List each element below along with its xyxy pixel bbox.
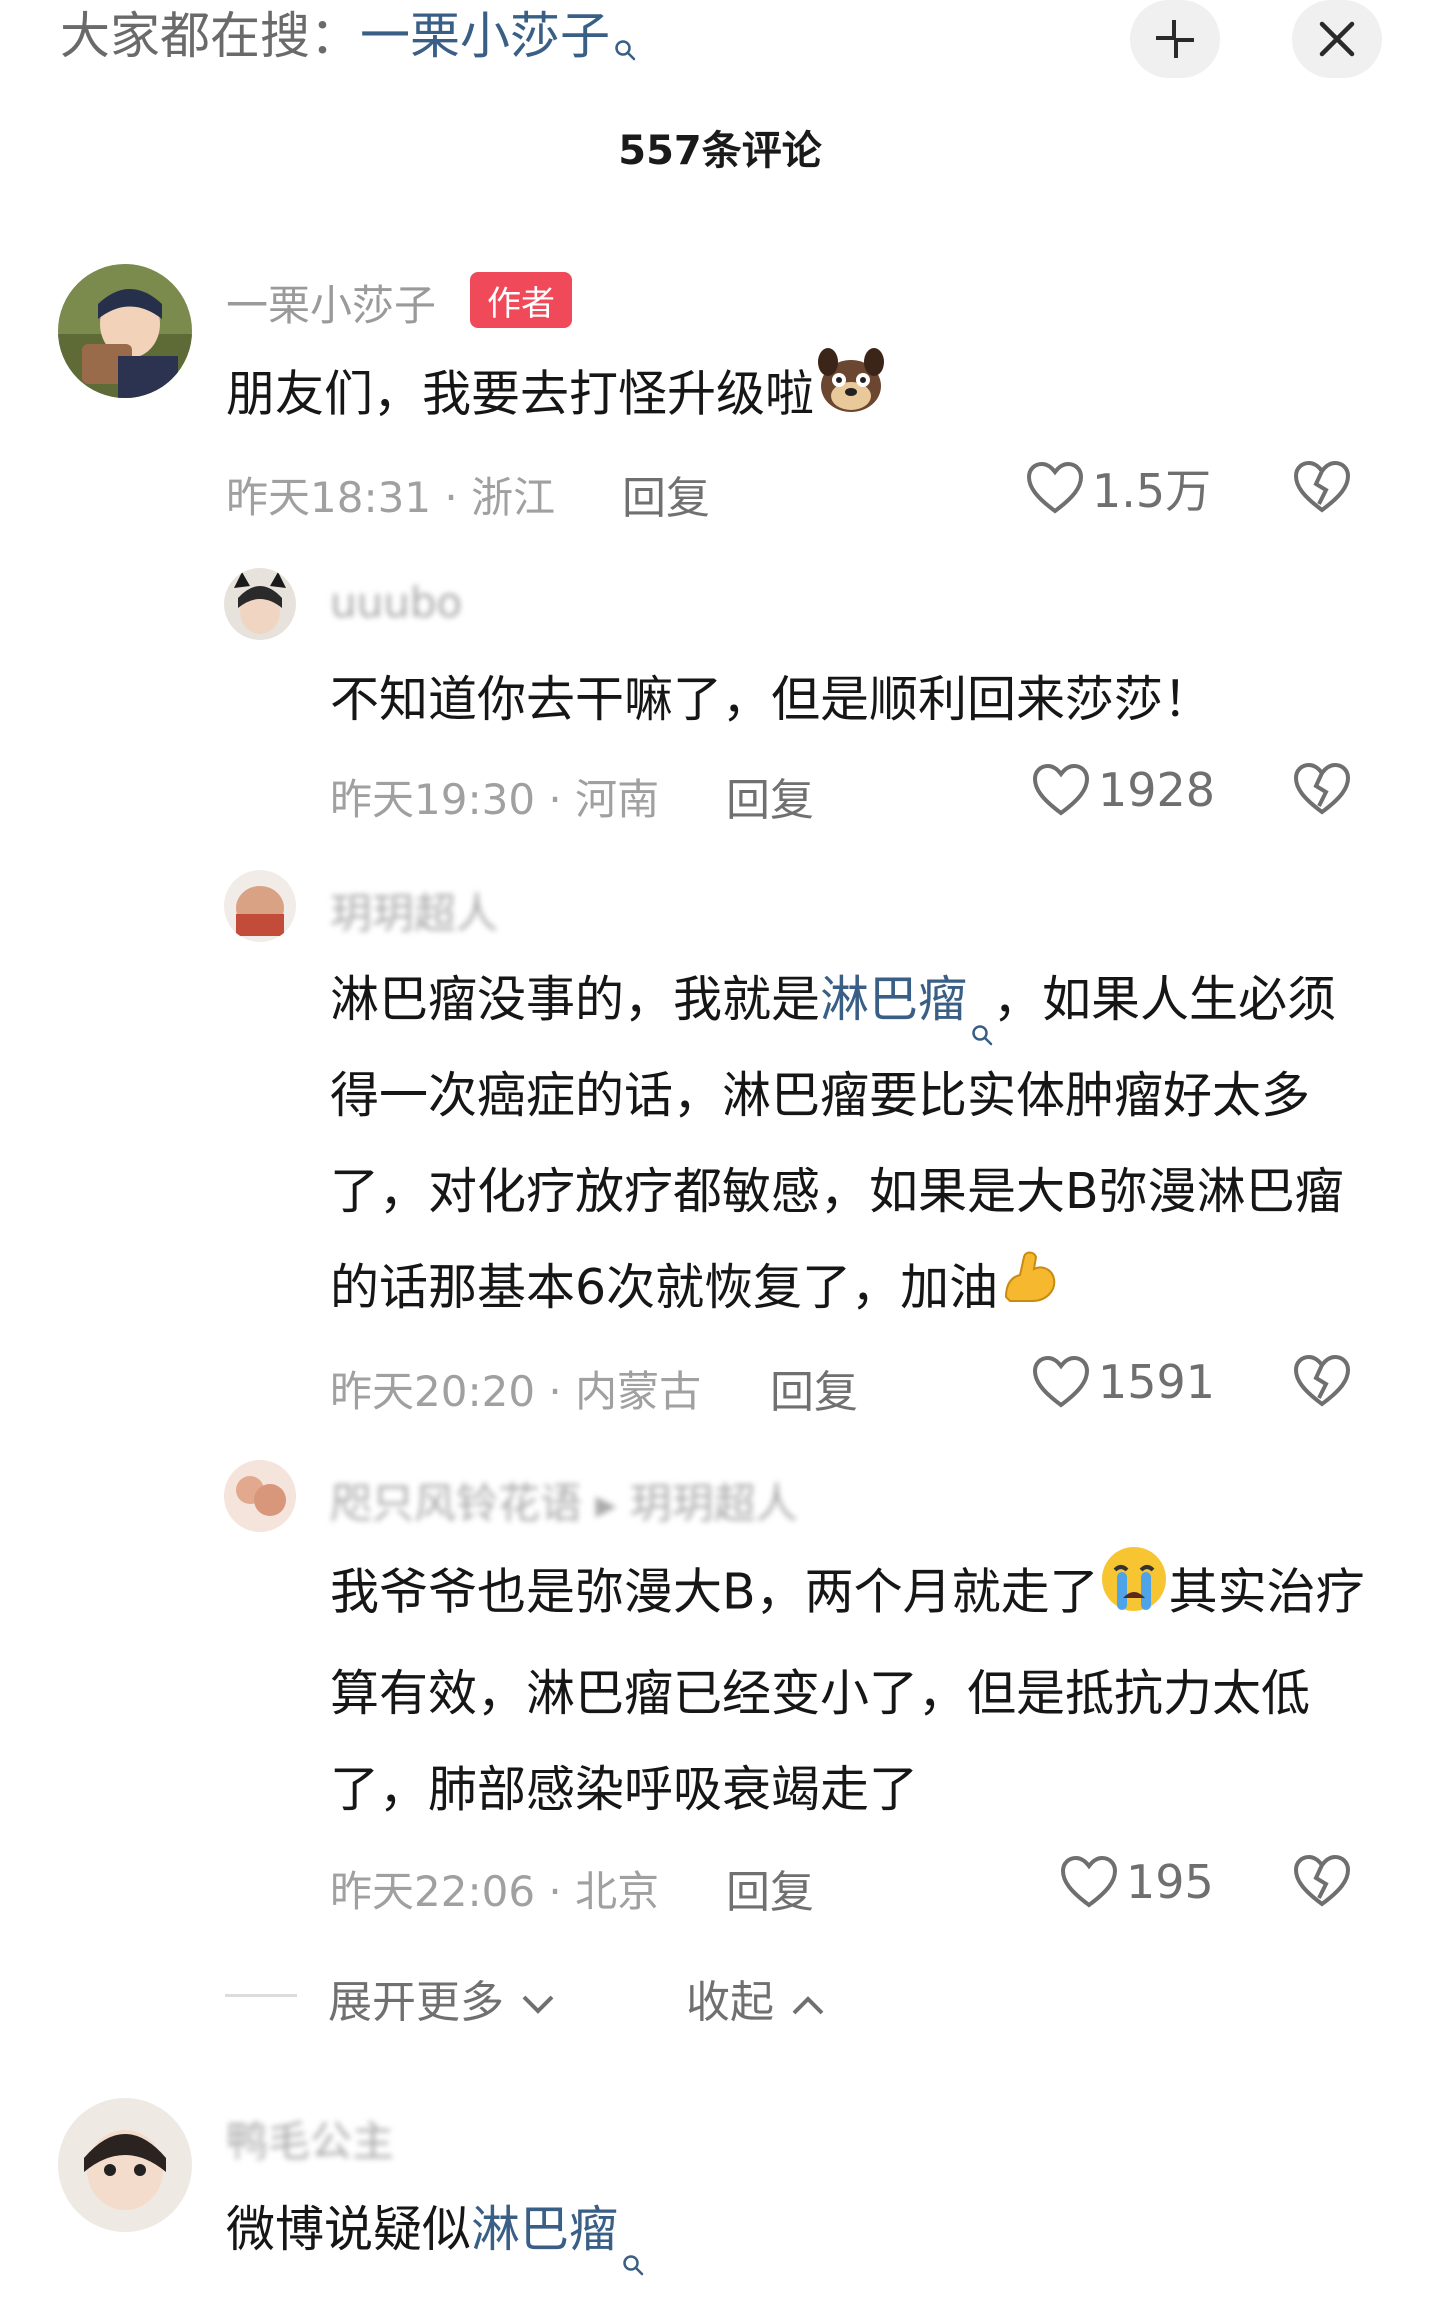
comment-text: 不知道你去干嘛了，但是顺利回来莎莎！: [330, 671, 1213, 728]
comment-count: 557条评论: [618, 128, 822, 174]
broken-heart-icon: [1293, 460, 1351, 513]
collapse-label: 收起: [686, 1977, 774, 2028]
like-button[interactable]: 1928: [1032, 760, 1215, 820]
search-icon: [622, 2212, 644, 2276]
search-icon: [614, 12, 636, 61]
username[interactable]: uuubo: [330, 578, 462, 627]
minimize-icon: [1156, 20, 1194, 58]
close-button[interactable]: [1292, 0, 1382, 78]
comment-search-link[interactable]: 淋巴瘤: [820, 971, 967, 1028]
dislike-button[interactable]: [1292, 458, 1356, 518]
comment-text: 朋友们，我要去打怪升级啦: [226, 344, 1386, 450]
comment-body: 朋友们，我要去打怪升级啦: [226, 365, 815, 423]
like-count: 1.5万: [1092, 464, 1212, 518]
reply-button[interactable]: 回复: [770, 1356, 858, 1420]
top-bar: 大家都在搜：一栗小莎子: [0, 0, 1440, 80]
trending-search[interactable]: 大家都在搜：一栗小莎子: [60, 4, 636, 68]
expand-more-button[interactable]: 展开更多: [328, 1966, 558, 2030]
avatar[interactable]: [58, 2098, 192, 2232]
like-button[interactable]: 1.5万: [1026, 458, 1211, 518]
reply-button[interactable]: 回复: [726, 1856, 814, 1920]
username[interactable]: 一栗小莎子: [226, 272, 436, 333]
dislike-button[interactable]: [1292, 760, 1356, 820]
flexed-biceps-emoji-icon: [998, 1243, 1062, 1339]
dislike-button[interactable]: [1292, 1852, 1356, 1912]
close-icon: [1319, 21, 1355, 57]
heart-icon: [1032, 763, 1090, 816]
dog-face-emoji-icon: [814, 344, 888, 450]
collapse-button[interactable]: 收起: [686, 1966, 828, 2030]
comment-meta: 昨天20:20 · 内蒙古: [330, 1367, 702, 1416]
trending-search-prefix: 大家都在搜：: [60, 7, 360, 65]
chevron-up-icon: [792, 1996, 824, 2015]
like-count: 1591: [1098, 1355, 1216, 1409]
reply-button[interactable]: 回复: [622, 462, 710, 526]
comment-body: 我爷爷也是弥漫大B，两个月就走了: [330, 1563, 1099, 1621]
heart-icon: [1032, 1355, 1090, 1408]
comment-search-link[interactable]: 淋巴瘤: [471, 2201, 618, 2258]
chevron-down-icon: [522, 1995, 554, 2014]
avatar[interactable]: [224, 1460, 296, 1532]
expand-more-label: 展开更多: [328, 1977, 504, 2028]
like-count: 195: [1126, 1855, 1214, 1909]
comment-meta: 昨天22:06 · 北京: [330, 1867, 660, 1916]
comment-text: 淋巴瘤没事的，我就是淋巴瘤 ，如果人生必须得一次癌症的话，淋巴瘤要比实体肿瘤好太多…: [330, 952, 1370, 1339]
comment-meta: 昨天19:30 · 河南: [330, 775, 660, 824]
heart-icon: [1026, 461, 1084, 514]
comment-meta: 昨天18:31 · 浙江: [226, 473, 556, 522]
avatar[interactable]: [58, 264, 192, 398]
comment-text: 微博说疑似淋巴瘤: [226, 2182, 1386, 2278]
minimize-button[interactable]: [1130, 0, 1220, 78]
comment-body: 微博说疑似: [226, 2201, 472, 2258]
avatar[interactable]: [224, 870, 296, 942]
username[interactable]: 玥玥超人: [330, 880, 498, 941]
like-count: 1928: [1098, 763, 1216, 817]
like-button[interactable]: 195: [1060, 1852, 1214, 1912]
comment-text: 我爷爷也是弥漫大B，两个月就走了 其实治疗算有效，淋巴瘤已经变小了，但是抵抗力太低…: [330, 1544, 1370, 1838]
comment-body: 淋巴瘤没事的，我就是: [330, 971, 821, 1028]
crying-face-emoji-icon: [1099, 1544, 1169, 1646]
author-badge: 作者: [470, 272, 572, 328]
username[interactable]: 鸭毛公主: [226, 2108, 394, 2169]
search-icon: [971, 982, 993, 1046]
reply-button[interactable]: 回复: [726, 764, 814, 828]
broken-heart-icon: [1293, 1854, 1351, 1907]
trending-search-term[interactable]: 一栗小莎子: [360, 7, 610, 65]
avatar[interactable]: [224, 568, 296, 640]
broken-heart-icon: [1293, 1354, 1351, 1407]
username[interactable]: 咫只风铃花语 ▸ 玥玥超人: [330, 1470, 798, 1531]
broken-heart-icon: [1293, 762, 1351, 815]
thread-divider: [225, 1994, 297, 1997]
dislike-button[interactable]: [1292, 1352, 1356, 1412]
like-button[interactable]: 1591: [1032, 1352, 1215, 1412]
heart-icon: [1060, 1855, 1118, 1908]
